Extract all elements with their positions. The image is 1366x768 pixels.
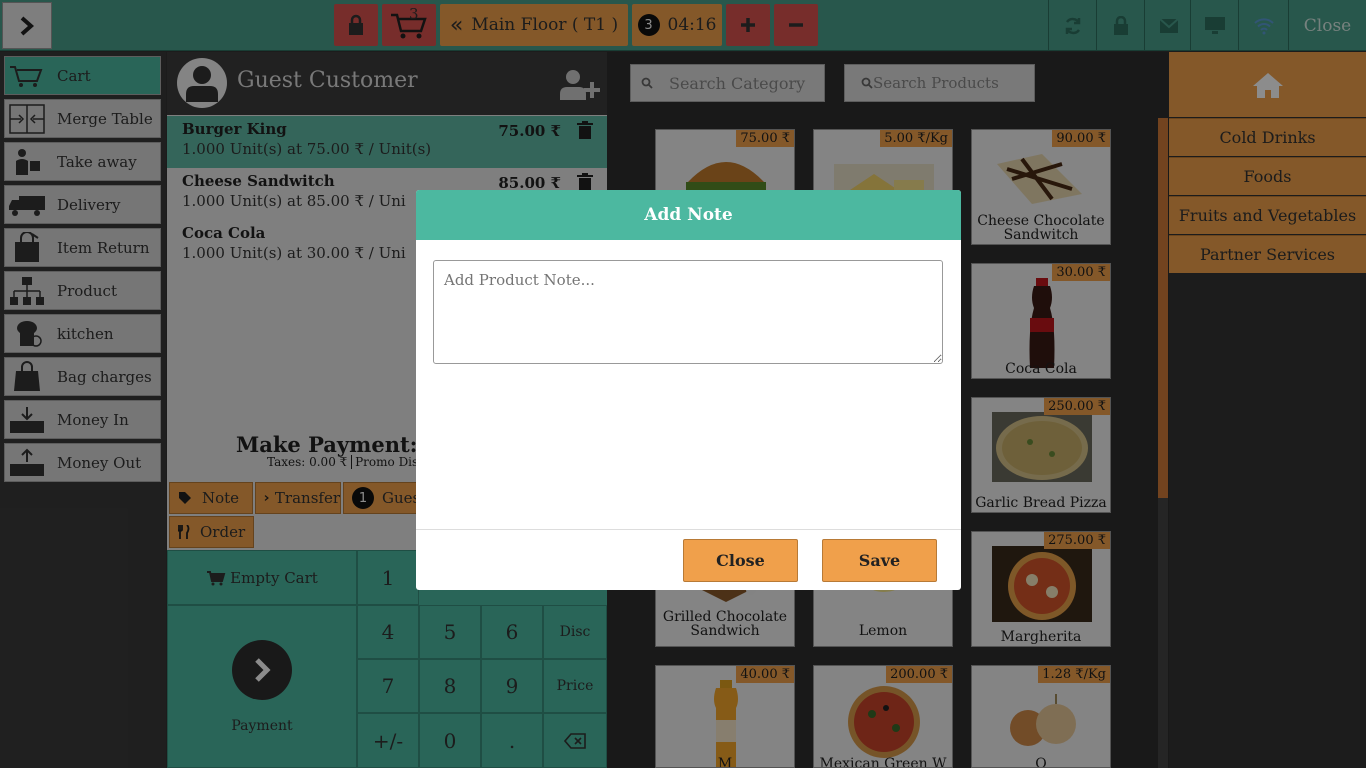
dialog-title: Add Note	[416, 190, 961, 240]
save-button[interactable]: Save	[822, 539, 937, 582]
add-note-dialog: Add Note Close Save	[416, 190, 961, 590]
product-note-input[interactable]	[433, 260, 943, 364]
close-button[interactable]: Close	[683, 539, 798, 582]
dialog-divider	[416, 529, 961, 530]
